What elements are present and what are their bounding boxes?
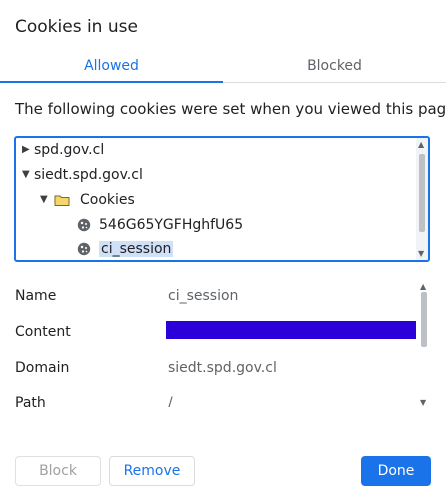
detail-row-domain: Domain siedt.spd.gov.cl (15, 357, 415, 379)
details-scrollbar[interactable]: ▲ ▼ (418, 282, 430, 407)
tree-item-cookie[interactable]: 546G65YGFHghfU65 (77, 214, 244, 236)
folder-icon (54, 195, 70, 206)
detail-row-name: Name ci_session (15, 285, 415, 307)
chevron-down-icon[interactable]: ▼ (22, 164, 30, 186)
scroll-down-icon[interactable]: ▼ (420, 398, 426, 407)
detail-label: Name (15, 288, 57, 304)
tree-item-cookies-folder[interactable]: ▼ Cookies (40, 189, 135, 211)
detail-value: / (168, 395, 173, 407)
done-button[interactable]: Done (361, 456, 431, 486)
tree-item-label: 546G65YGFHghfU65 (99, 217, 244, 233)
scroll-up-icon[interactable]: ▲ (420, 282, 426, 291)
scroll-up-icon[interactable]: ▲ (418, 140, 424, 149)
scroll-down-icon[interactable]: ▼ (418, 249, 424, 258)
detail-label: Domain (15, 360, 70, 376)
tree-scrollbar[interactable]: ▲ ▼ (416, 138, 428, 260)
tree-item-label: ci_session (99, 241, 174, 257)
description-text: The following cookies were set when you … (15, 100, 446, 118)
detail-value: ci_session (168, 288, 239, 304)
redacted-content-bar (166, 321, 416, 339)
detail-row-content: Content (15, 321, 416, 343)
tab-allowed[interactable]: Allowed (0, 52, 223, 83)
detail-label: Path (15, 395, 46, 407)
tab-blocked[interactable]: Blocked (223, 52, 446, 82)
tree-item-label: Cookies (80, 192, 135, 208)
cookie-tree[interactable]: ▶ spd.gov.cl ▼ siedt.spd.gov.cl ▼ Cookie… (14, 136, 430, 262)
tree-item-label: spd.gov.cl (34, 142, 105, 158)
cookie-icon (77, 242, 91, 256)
tree-item-siedt-spd-gov-cl[interactable]: ▼ siedt.spd.gov.cl (22, 164, 143, 186)
scroll-thumb[interactable] (419, 154, 425, 232)
scroll-thumb[interactable] (421, 292, 427, 347)
chevron-down-icon[interactable]: ▼ (40, 189, 48, 211)
dialog-title: Cookies in use (15, 17, 138, 37)
cookie-icon (77, 218, 91, 232)
detail-value: siedt.spd.gov.cl (168, 360, 277, 376)
tree-item-cookie-selected[interactable]: ci_session (77, 238, 174, 260)
chevron-right-icon[interactable]: ▶ (22, 139, 30, 161)
tab-bar: Allowed Blocked (0, 52, 446, 83)
detail-row-path: Path / (15, 392, 415, 407)
tree-item-label: siedt.spd.gov.cl (34, 167, 143, 183)
remove-button[interactable]: Remove (109, 456, 195, 486)
tree-item-spd-gov-cl[interactable]: ▶ spd.gov.cl (22, 139, 105, 161)
cookie-details: Name ci_session Content Domain siedt.spd… (0, 282, 430, 407)
block-button[interactable]: Block (15, 456, 101, 486)
detail-label: Content (15, 324, 71, 340)
